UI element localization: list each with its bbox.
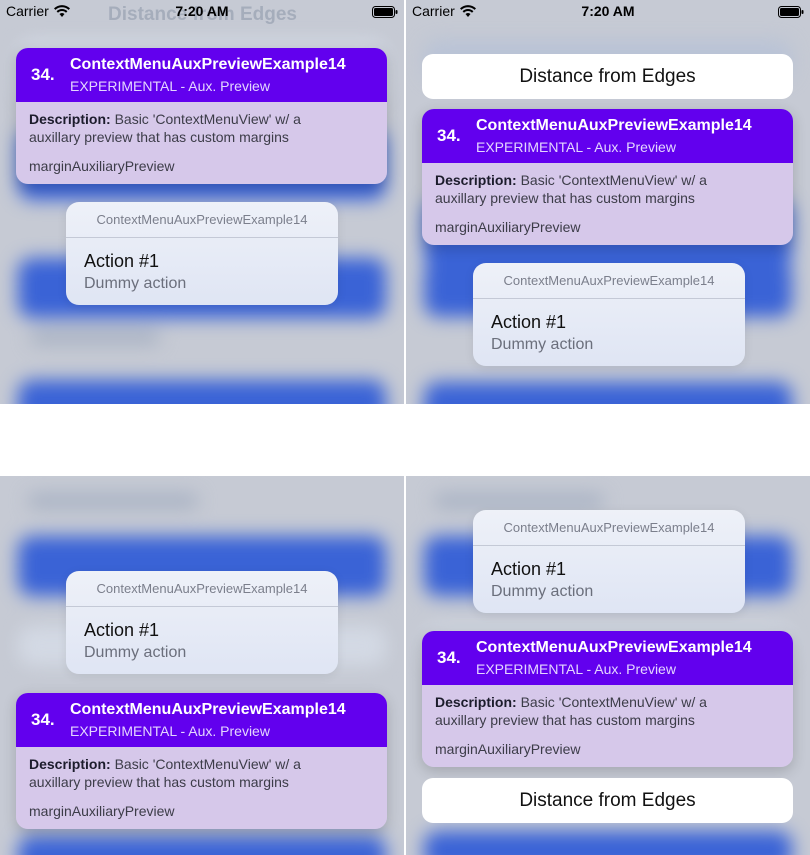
card-title: ContextMenuAuxPreviewExample14 (476, 117, 752, 134)
card-subtitle: EXPERIMENTAL - Aux. Preview (70, 723, 270, 739)
context-menu: ContextMenuAuxPreviewExample14 Action #1… (473, 510, 745, 613)
card-header: 34. ContextMenuAuxPreviewExample14 EXPER… (422, 631, 793, 685)
panel-bottom-right: ContextMenuAuxPreviewExample14 Action #1… (406, 476, 810, 855)
status-time: 7:20 AM (175, 3, 229, 19)
context-menu: ContextMenuAuxPreviewExample14 Action #1… (66, 202, 338, 305)
card-subtitle: EXPERIMENTAL - Aux. Preview (476, 661, 676, 677)
card-body: Description: Basic 'ContextMenuView' w/ … (422, 163, 793, 245)
context-menu: ContextMenuAuxPreviewExample14 Action #1… (473, 263, 745, 366)
menu-action-title[interactable]: Action #1 (491, 559, 566, 580)
panel-top-left: Distance from Edges Carrier 7:20 AM 34. … (0, 0, 404, 404)
card-header: 34. ContextMenuAuxPreviewExample14 EXPER… (16, 693, 387, 747)
status-time: 7:20 AM (581, 3, 635, 19)
panel-bottom-left: ContextMenuAuxPreviewExample14 Action #1… (0, 476, 404, 855)
status-bar: Carrier 7:20 AM (406, 0, 810, 24)
card-description: Description: Basic 'ContextMenuView' w/ … (29, 756, 301, 790)
card-title: ContextMenuAuxPreviewExample14 (70, 701, 346, 718)
auxiliary-preview: Distance from Edges (422, 778, 793, 823)
card-header: 34. ContextMenuAuxPreviewExample14 EXPER… (16, 48, 387, 102)
card-description: Description: Basic 'ContextMenuView' w/ … (435, 694, 707, 728)
card-body: Description: Basic 'ContextMenuView' w/ … (422, 685, 793, 767)
card-property: marginAuxiliaryPreview (435, 219, 581, 235)
card-title: ContextMenuAuxPreviewExample14 (70, 56, 346, 73)
menu-action-subtitle[interactable]: Dummy action (491, 336, 593, 354)
card-property: marginAuxiliaryPreview (29, 158, 175, 174)
card-subtitle: EXPERIMENTAL - Aux. Preview (70, 78, 270, 94)
panel-top-right: Carrier 7:20 AM Distance from Edges 34. … (406, 0, 810, 404)
context-menu-preview-card: 34. ContextMenuAuxPreviewExample14 EXPER… (422, 109, 793, 245)
context-menu-preview-card: 34. ContextMenuAuxPreviewExample14 EXPER… (16, 693, 387, 829)
menu-title: ContextMenuAuxPreviewExample14 (473, 510, 745, 546)
menu-action-subtitle[interactable]: Dummy action (491, 583, 593, 601)
card-description: Description: Basic 'ContextMenuView' w/ … (435, 172, 707, 206)
card-number: 34. (31, 710, 55, 729)
card-property: marginAuxiliaryPreview (435, 741, 581, 757)
card-number: 34. (31, 65, 55, 84)
status-bar: Carrier 7:20 AM (0, 0, 404, 24)
context-menu-preview-card: 34. ContextMenuAuxPreviewExample14 EXPER… (422, 631, 793, 767)
card-description: Description: Basic 'ContextMenuView' w/ … (29, 111, 301, 145)
menu-action-title[interactable]: Action #1 (84, 251, 159, 272)
context-menu-preview-card: 34. ContextMenuAuxPreviewExample14 EXPER… (16, 48, 387, 184)
battery-icon (778, 5, 804, 21)
menu-title: ContextMenuAuxPreviewExample14 (66, 571, 338, 607)
menu-title: ContextMenuAuxPreviewExample14 (473, 263, 745, 299)
card-body: Description: Basic 'ContextMenuView' w/ … (16, 747, 387, 829)
card-number: 34. (437, 126, 461, 145)
menu-action-subtitle[interactable]: Dummy action (84, 275, 186, 293)
card-title: ContextMenuAuxPreviewExample14 (476, 639, 752, 656)
context-menu: ContextMenuAuxPreviewExample14 Action #1… (66, 571, 338, 674)
auxiliary-preview: Distance from Edges (422, 54, 793, 99)
battery-icon (372, 5, 398, 21)
card-body: Description: Basic 'ContextMenuView' w/ … (16, 102, 387, 184)
card-property: marginAuxiliaryPreview (29, 803, 175, 819)
menu-title: ContextMenuAuxPreviewExample14 (66, 202, 338, 238)
menu-action-title[interactable]: Action #1 (491, 312, 566, 333)
menu-action-subtitle[interactable]: Dummy action (84, 644, 186, 662)
card-subtitle: EXPERIMENTAL - Aux. Preview (476, 139, 676, 155)
card-number: 34. (437, 648, 461, 667)
menu-action-title[interactable]: Action #1 (84, 620, 159, 641)
card-header: 34. ContextMenuAuxPreviewExample14 EXPER… (422, 109, 793, 163)
